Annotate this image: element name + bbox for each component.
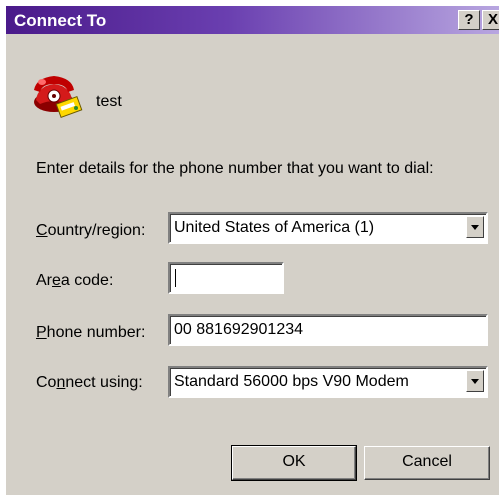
connect-using-value: Standard 56000 bps V90 Modem bbox=[174, 373, 409, 390]
area-code-label-rest: a code: bbox=[60, 272, 114, 289]
country-dropdown-arrow[interactable] bbox=[466, 216, 484, 238]
area-code-input[interactable] bbox=[168, 262, 284, 294]
phone-number-label: Phone number: bbox=[36, 324, 145, 342]
cancel-button[interactable]: Cancel bbox=[364, 446, 490, 480]
connect-using-select[interactable]: Standard 56000 bps V90 Modem bbox=[168, 366, 488, 398]
phone-number-label-mnemonic: P bbox=[36, 324, 47, 341]
area-code-label-prefix: Ar bbox=[36, 272, 52, 289]
country-select[interactable]: United States of America (1) bbox=[168, 212, 488, 244]
connect-to-dialog: Connect To ? X test Enter details for th… bbox=[0, 0, 499, 495]
country-value: United States of America (1) bbox=[174, 219, 375, 236]
instructions-text: Enter details for the phone number that … bbox=[36, 160, 434, 177]
phone-number-input[interactable]: 00 881692901234 bbox=[168, 314, 488, 346]
title-bar[interactable]: Connect To ? X bbox=[6, 6, 499, 34]
window-title: Connect To bbox=[14, 11, 107, 30]
connect-using-label-rest: nect using: bbox=[65, 374, 143, 391]
connect-using-label-prefix: Co bbox=[36, 374, 57, 391]
country-label-rest: ountry/region: bbox=[47, 222, 146, 239]
text-caret bbox=[175, 269, 176, 287]
area-code-label: Area code: bbox=[36, 272, 113, 290]
country-label-mnemonic: C bbox=[36, 222, 48, 239]
ok-button[interactable]: OK bbox=[231, 445, 357, 481]
connect-using-dropdown-arrow[interactable] bbox=[466, 370, 484, 392]
window-left-edge bbox=[0, 0, 6, 495]
help-button[interactable]: ? bbox=[458, 10, 480, 30]
area-code-label-mnemonic: e bbox=[52, 272, 61, 289]
country-label: Country/region: bbox=[36, 222, 145, 240]
close-button[interactable]: X bbox=[482, 10, 499, 30]
phone-number-label-rest: hone number: bbox=[46, 324, 146, 341]
phone-number-value: 00 881692901234 bbox=[174, 321, 304, 338]
connection-name: test bbox=[96, 93, 122, 110]
phone-icon bbox=[34, 76, 83, 118]
connect-using-label: Connect using: bbox=[36, 374, 143, 392]
